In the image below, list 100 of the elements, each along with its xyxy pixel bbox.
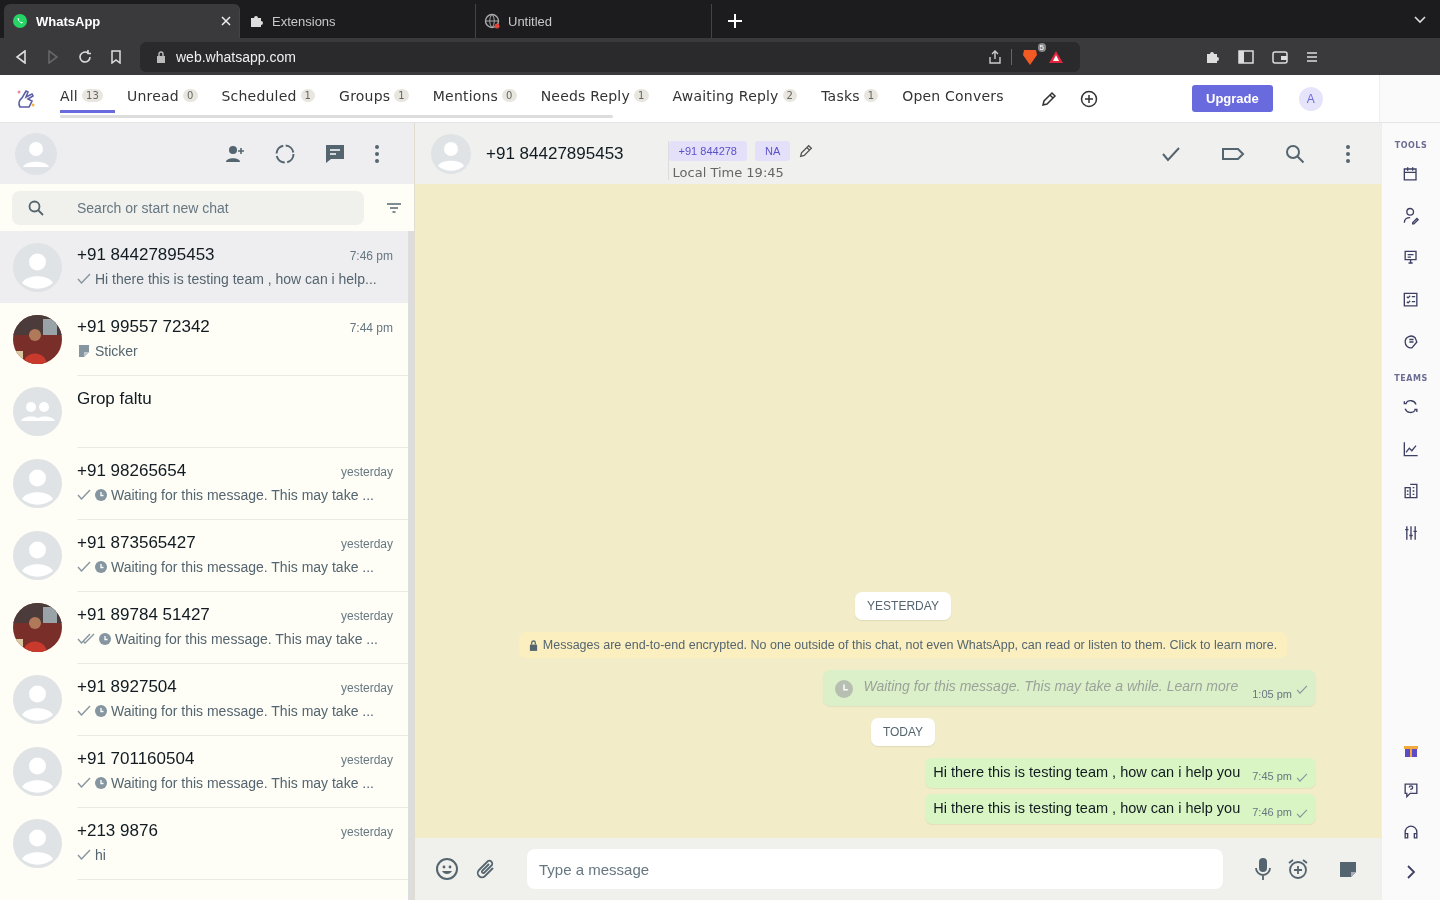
contact-name: +213 9876 — [77, 820, 158, 841]
label-icon[interactable] — [1221, 145, 1245, 162]
contact-name: +91 873565427 — [77, 532, 196, 553]
count-badge: 1 — [300, 89, 316, 102]
emoji-icon[interactable] — [435, 857, 459, 881]
message-text: Waiting for this message. This may take a while. Learn more — [863, 678, 1239, 694]
chevron-down-icon[interactable] — [1414, 16, 1426, 24]
chat-item[interactable]: +91 89784 51427 yesterday Waiting for this message. This may take ... — [0, 591, 408, 663]
chat-time: yesterday — [340, 680, 393, 695]
pencil-icon[interactable] — [1040, 89, 1058, 108]
microphone-icon[interactable] — [1255, 857, 1271, 881]
search-icon — [28, 199, 44, 216]
upgrade-button[interactable]: Upgrade — [1192, 85, 1273, 112]
more-icon[interactable] — [1345, 143, 1351, 164]
status-icon[interactable] — [274, 142, 296, 165]
date-chip: YESTERDAY — [855, 592, 951, 620]
message-text: Hi there this is testing team , how can i help you — [933, 764, 1241, 780]
count-badge: 13 — [81, 89, 104, 102]
contact-name: +91 89784 51427 — [77, 604, 210, 625]
whatsapp-icon — [12, 13, 28, 29]
chat-item[interactable]: +91 99557 72342 7:44 pm Sticker — [0, 303, 408, 375]
contact-tag[interactable]: +91 844278 — [668, 141, 747, 161]
message-preview: Waiting for this message. This may take ... — [111, 486, 374, 503]
new-chat-icon[interactable] — [324, 142, 346, 165]
check-icon[interactable] — [1161, 145, 1181, 162]
message-preview: hi — [95, 846, 106, 863]
chat-item[interactable]: +91 84427895453 7:46 pm Hi there this is testing team , how can i help... — [0, 231, 408, 303]
globe-icon — [484, 13, 500, 29]
filter-tab[interactable]: Needs Reply 1 — [528, 79, 661, 113]
sent-check-icon — [1296, 773, 1308, 782]
wallet-icon[interactable] — [1272, 49, 1288, 64]
clock-icon — [95, 560, 107, 573]
share-icon[interactable] — [989, 49, 1001, 64]
chevron-right-icon[interactable] — [1406, 864, 1416, 880]
contact-name: +91 99557 72342 — [77, 316, 210, 337]
sent-check-icon — [1296, 684, 1308, 694]
chat-time: yesterday — [340, 824, 393, 839]
chart-icon[interactable] — [1401, 439, 1421, 459]
address-field[interactable]: web.whatsapp.com 5 — [140, 41, 1080, 72]
sidebar-icon[interactable] — [1238, 49, 1254, 64]
filter-tab[interactable]: All 13 — [60, 79, 116, 113]
chat-item[interactable]: +91 8927504 yesterday Waiting for this message. This may take ... — [0, 663, 408, 735]
close-icon[interactable] — [221, 16, 231, 26]
lock-icon — [156, 50, 166, 63]
chat-item[interactable]: +91 701160504 yesterday Waiting for this message. This may take ... — [0, 735, 408, 807]
sticker-icon — [77, 343, 91, 358]
message-preview: Waiting for this message. This may take ... — [111, 558, 374, 575]
contact-name: +91 98265654 — [77, 460, 187, 481]
message-time: 7:46 pm — [1252, 806, 1292, 818]
contact-name: +91 8927504 — [77, 676, 177, 697]
brave-shield-icon[interactable] — [1022, 47, 1038, 66]
message-time: 7:45 pm — [1252, 770, 1292, 782]
alarm-add-icon[interactable] — [1287, 858, 1309, 880]
new-tab-icon[interactable] — [728, 14, 742, 28]
encryption-notice[interactable]: Messages are end-to-end encrypted. No one outside of this chat, not even WhatsApp, can read or listen to them. Click to learn more. — [518, 632, 1288, 658]
search-icon[interactable] — [1285, 143, 1305, 164]
more-icon[interactable] — [374, 143, 380, 164]
chat-item[interactable]: +91 98265654 yesterday Waiting for this message. This may take ... — [0, 447, 408, 519]
add-icon[interactable] — [1080, 89, 1098, 108]
reload-icon[interactable] — [78, 49, 92, 64]
filter-tab[interactable]: Mentions 0 — [420, 79, 529, 113]
filter-tab[interactable]: Awaiting Reply 2 — [660, 79, 810, 113]
browser-tab[interactable]: WhatsApp — [4, 4, 240, 38]
contact-avatar — [13, 530, 62, 580]
count-badge: 0 — [182, 89, 198, 102]
filter-tab[interactable]: Groups 1 — [327, 79, 421, 113]
message-preview: Hi there this is testing team , how can i help... — [95, 270, 377, 287]
message-preview: Waiting for this message. This may take ... — [111, 774, 374, 791]
search-field[interactable]: Search or start new chat — [12, 190, 364, 225]
attach-icon[interactable] — [475, 858, 497, 880]
user-edit-icon[interactable] — [1401, 206, 1421, 226]
pencil-icon[interactable] — [798, 143, 815, 159]
filter-icon[interactable] — [386, 201, 402, 214]
contact-name: +91 701160504 — [77, 748, 195, 769]
contact-name: Grop faltu — [77, 388, 152, 409]
contact-tag[interactable]: NA — [755, 141, 791, 161]
notice-text: Messages are end-to-end encrypted. No one outside of this chat, not even WhatsApp, can read or listen to them. Click to learn more. — [542, 638, 1278, 652]
filter-tab[interactable]: Tasks 1 — [809, 79, 891, 113]
clock-icon — [95, 776, 107, 789]
chat-item[interactable]: +213 9876 yesterday hi — [0, 807, 408, 879]
chat-item[interactable]: +91 873565427 yesterday Waiting for this message. This may take ... — [0, 519, 408, 591]
chat-time: yesterday — [340, 536, 393, 551]
clock-icon — [835, 680, 854, 698]
lock-icon — [528, 639, 538, 651]
menu-icon[interactable] — [1306, 50, 1318, 63]
rewards-icon[interactable] — [1048, 49, 1064, 64]
chat-time: yesterday — [340, 608, 393, 623]
note-icon[interactable] — [1339, 860, 1357, 878]
account-avatar[interactable]: A — [1298, 86, 1323, 111]
back-icon[interactable] — [14, 49, 28, 64]
filter-tab[interactable]: Scheduled 1 — [209, 79, 328, 113]
filter-tab[interactable]: Open Convers — [890, 79, 1016, 113]
filter-tab[interactable]: Unread 0 — [115, 79, 210, 113]
message-preview: Waiting for this message. This may take ... — [115, 630, 378, 647]
bookmark-icon[interactable] — [110, 49, 122, 64]
chat-item[interactable]: Grop faltu — [0, 375, 408, 447]
checklist-icon[interactable] — [1401, 290, 1421, 310]
message-field[interactable]: Type a message — [527, 849, 1223, 889]
message-time: 1:05 pm — [1252, 688, 1292, 700]
clock-icon — [99, 632, 111, 645]
